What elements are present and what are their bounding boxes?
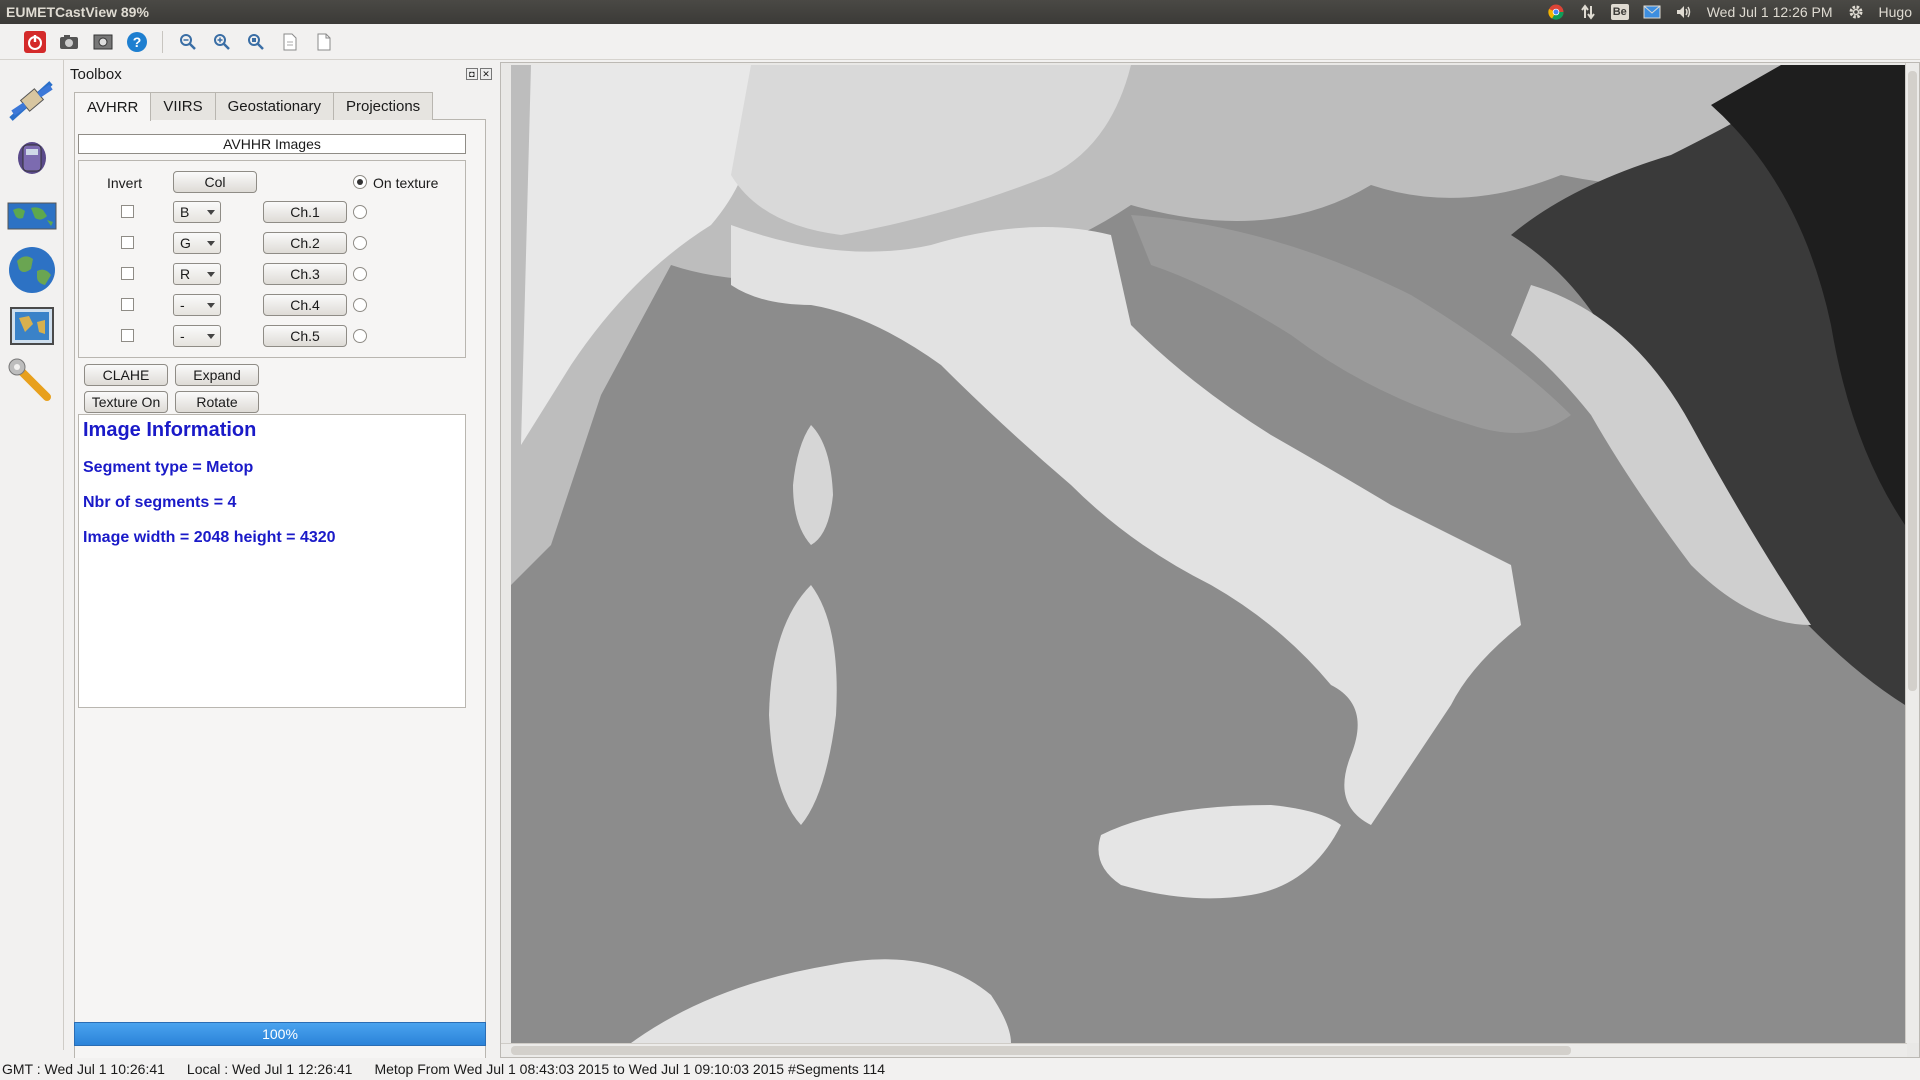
- status-metop-info: Metop From Wed Jul 1 08:43:03 2015 to We…: [374, 1061, 885, 1077]
- toolbar-separator: [162, 30, 163, 53]
- channel-radio-4[interactable]: [353, 298, 367, 312]
- left-sidebar: [0, 60, 64, 1050]
- zoom-in-icon[interactable]: [209, 29, 235, 55]
- zoom-fit-icon[interactable]: [243, 29, 269, 55]
- network-updown-icon[interactable]: [1579, 3, 1597, 21]
- channel-radio-1[interactable]: [353, 205, 367, 219]
- toolbox-title: Toolbox: [70, 65, 122, 83]
- channel-combo-2[interactable]: G: [173, 232, 221, 254]
- help-label: ?: [133, 34, 142, 50]
- clahe-button[interactable]: CLAHE: [84, 364, 168, 386]
- invert-checkbox-2[interactable]: [121, 236, 134, 249]
- tab-geostationary[interactable]: Geostationary: [214, 92, 334, 120]
- progress-label: 100%: [262, 1026, 298, 1042]
- invert-checkbox-4[interactable]: [121, 298, 134, 311]
- chevron-down-icon: [207, 334, 215, 339]
- chrome-icon[interactable]: [1547, 3, 1565, 21]
- invert-checkbox-3[interactable]: [121, 267, 134, 280]
- on-texture-label: On texture: [373, 175, 439, 191]
- clock[interactable]: Wed Jul 1 12:26 PM: [1707, 4, 1833, 20]
- image-viewer[interactable]: [500, 62, 1920, 1058]
- float-button[interactable]: ◘: [466, 68, 478, 80]
- horizontal-scroll-thumb[interactable]: [511, 1046, 1571, 1055]
- system-tray: Be Wed Jul 1 12:26 PM Hugo: [1547, 3, 1920, 21]
- progress-bar: 100%: [74, 1022, 486, 1046]
- tools-icon[interactable]: [6, 356, 58, 408]
- close-button[interactable]: ✕: [480, 68, 492, 80]
- info-segment-type: Segment type = Metop: [83, 459, 254, 476]
- globe-icon[interactable]: [6, 244, 58, 296]
- channel-combo-1[interactable]: B: [173, 201, 221, 223]
- channel-group: Invert Col On texture B Ch.1 G Ch.2 R Ch…: [78, 160, 466, 358]
- volume-icon[interactable]: [1675, 3, 1693, 21]
- save-icon[interactable]: [277, 29, 303, 55]
- mail-icon[interactable]: [1643, 3, 1661, 21]
- toolbox-tabs: AVHRR VIIRS Geostationary Projections: [74, 92, 434, 121]
- channel-combo-value: B: [180, 204, 190, 220]
- status-gmt-time: GMT : Wed Jul 1 10:26:41: [2, 1061, 165, 1077]
- vertical-scroll-thumb[interactable]: [1908, 71, 1917, 691]
- channel-radio-3[interactable]: [353, 267, 367, 281]
- tab-avhrr[interactable]: AVHRR: [74, 92, 152, 121]
- channel-button-4[interactable]: Ch.4: [263, 294, 347, 316]
- status-local-time: Local : Wed Jul 1 12:26:41: [186, 1061, 353, 1077]
- zoom-out-icon[interactable]: [175, 29, 201, 55]
- rotate-button[interactable]: Rotate: [175, 391, 259, 413]
- channel-button-3[interactable]: Ch.3: [263, 263, 347, 285]
- invert-checkbox-1[interactable]: [121, 205, 134, 218]
- chevron-down-icon: [207, 303, 215, 308]
- gear-icon[interactable]: [1847, 3, 1865, 21]
- system-top-bar: EUMETCastView 89% Be Wed Jul 1 12:26 PM …: [0, 0, 1920, 24]
- channel-combo-value: G: [180, 235, 191, 251]
- channel-combo-value: R: [180, 266, 191, 282]
- section-title: AVHHR Images: [78, 134, 466, 154]
- texture-on-button[interactable]: Texture On: [84, 391, 168, 413]
- image-map-icon[interactable]: [6, 300, 58, 352]
- user-name[interactable]: Hugo: [1879, 4, 1912, 20]
- image-information-panel: Image Information Segment type = Metop N…: [78, 414, 466, 708]
- screenshot-icon[interactable]: [90, 29, 116, 55]
- col-button[interactable]: Col: [173, 171, 257, 193]
- tab-projections[interactable]: Projections: [332, 92, 434, 120]
- info-segment-count: Nbr of segments = 4: [83, 494, 237, 511]
- chevron-down-icon: [207, 210, 215, 215]
- main-toolbar: ?: [0, 24, 1920, 60]
- export-icon[interactable]: [311, 29, 337, 55]
- channel-radio-2[interactable]: [353, 236, 367, 250]
- vertical-scrollbar[interactable]: [1905, 63, 1919, 1043]
- expand-button[interactable]: Expand: [175, 364, 259, 386]
- info-title: Image Information: [83, 419, 257, 441]
- satellite-image[interactable]: [511, 65, 1905, 1043]
- channel-button-2[interactable]: Ch.2: [263, 232, 347, 254]
- tab-viirs[interactable]: VIIRS: [150, 92, 216, 120]
- channel-combo-5[interactable]: -: [173, 325, 221, 347]
- satellite-icon[interactable]: [6, 74, 58, 126]
- channel-combo-4[interactable]: -: [173, 294, 221, 316]
- channel-radio-5[interactable]: [353, 329, 367, 343]
- invert-checkbox-5[interactable]: [121, 329, 134, 342]
- geostationary-satellite-icon[interactable]: [6, 132, 58, 184]
- behance-label: Be: [1612, 6, 1627, 18]
- channel-combo-value: -: [180, 328, 185, 344]
- camera-icon[interactable]: [56, 29, 82, 55]
- info-image-size: Image width = 2048 height = 4320: [83, 529, 336, 546]
- channel-combo-value: -: [180, 297, 185, 313]
- behance-icon[interactable]: Be: [1610, 4, 1629, 20]
- channel-button-5[interactable]: Ch.5: [263, 325, 347, 347]
- horizontal-scrollbar[interactable]: [501, 1043, 1907, 1057]
- help-icon[interactable]: ?: [124, 29, 150, 55]
- chevron-down-icon: [207, 272, 215, 277]
- status-bar: GMT : Wed Jul 1 10:26:41 Local : Wed Jul…: [0, 1058, 1920, 1080]
- toolbox-header: Toolbox ◘ ✕: [68, 64, 492, 84]
- channel-combo-3[interactable]: R: [173, 263, 221, 285]
- power-icon[interactable]: [22, 29, 48, 55]
- on-texture-radio[interactable]: [353, 175, 367, 189]
- invert-label: Invert: [107, 175, 143, 191]
- toolbox-panel: Toolbox ◘ ✕ AVHRR VIIRS Geostationary Pr…: [66, 62, 494, 1077]
- chevron-down-icon: [207, 241, 215, 246]
- app-title: EUMETCastView 89%: [6, 4, 149, 20]
- world-map-icon[interactable]: [6, 190, 58, 242]
- channel-button-1[interactable]: Ch.1: [263, 201, 347, 223]
